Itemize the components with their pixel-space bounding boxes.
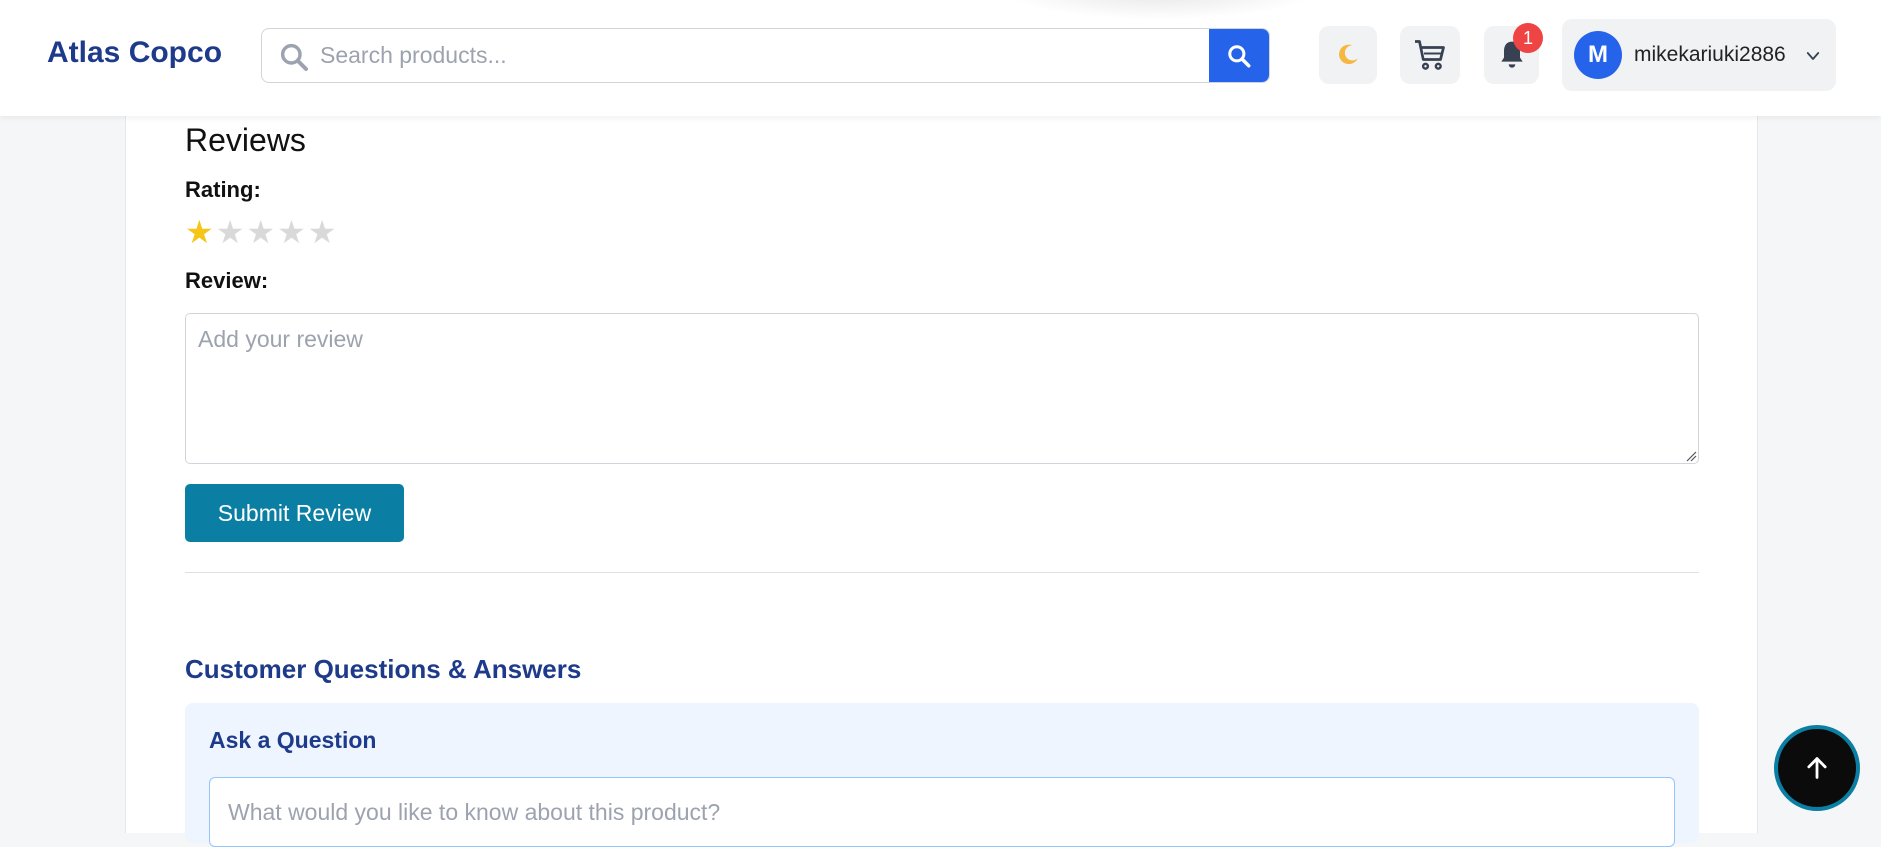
cart-button[interactable] [1400,26,1460,84]
rating-label: Rating: [185,177,261,202]
review-label: Review: [185,268,269,293]
star-rating[interactable]: ★ ★ ★ ★ ★ [185,216,336,248]
top-navbar: Atlas Copco 1 [0,0,1881,116]
ask-question-title: Ask a Question [209,727,377,753]
star-icon[interactable]: ★ [185,216,214,248]
username-label: mikekariuki2886 [1634,43,1786,66]
brand-logo[interactable]: Atlas Copco [47,36,222,70]
moon-icon [1339,44,1358,65]
notification-badge: 1 [1513,23,1543,53]
star-icon[interactable]: ★ [246,216,275,248]
section-divider [185,572,1699,573]
review-textarea[interactable] [185,313,1699,464]
user-menu-button[interactable]: M mikekariuki2886 [1562,19,1836,91]
arrow-up-icon [1807,757,1827,779]
theme-toggle-button[interactable] [1319,26,1377,84]
header-shadow-decoration [1000,0,1320,20]
star-icon[interactable]: ★ [308,216,337,248]
star-icon[interactable]: ★ [277,216,306,248]
star-icon[interactable]: ★ [216,216,245,248]
submit-review-button[interactable]: Submit Review [185,484,404,542]
avatar: M [1574,31,1622,79]
question-input[interactable] [209,777,1675,847]
chevron-down-icon [1806,52,1820,60]
search-icon [1228,44,1251,67]
scroll-to-top-button[interactable] [1774,725,1860,811]
search-input[interactable] [320,29,1200,82]
resize-handle-icon[interactable] [1685,450,1697,462]
cart-icon [1415,40,1445,70]
search-button[interactable] [1209,29,1269,82]
search-bar [261,28,1270,83]
reviews-title: Reviews [185,122,306,158]
qa-title: Customer Questions & Answers [185,654,582,684]
search-icon [280,43,308,71]
